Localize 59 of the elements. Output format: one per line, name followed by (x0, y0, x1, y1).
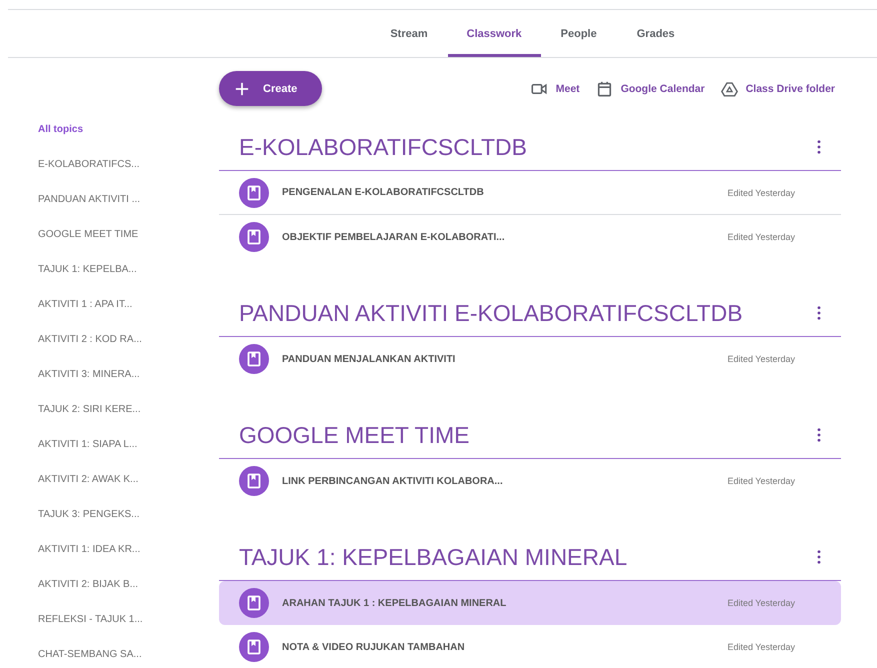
topic-link[interactable]: AKTIVITI 2: BIJAK B... (38, 578, 219, 613)
edited-time: Edited Yesterday (727, 232, 795, 242)
nav-tab[interactable]: Stream (370, 10, 448, 57)
topic-link[interactable]: AKTIVITI 2 : KOD RA... (38, 333, 219, 368)
topic-link[interactable]: All topics (38, 123, 219, 158)
more-options-icon[interactable] (817, 550, 821, 564)
material-icon (239, 632, 269, 662)
material-row[interactable]: PANDUAN MENJALANKAN AKTIVITI Edited Yesterday (219, 337, 841, 381)
edited-time: Edited Yesterday (727, 354, 795, 364)
topic-link[interactable]: E-KOLABORATIFCS... (38, 158, 219, 193)
topic-title: GOOGLE MEET TIME (239, 422, 470, 449)
topic-link[interactable]: GOOGLE MEET TIME (38, 228, 219, 263)
more-options-icon[interactable] (817, 140, 821, 154)
material-icon (239, 344, 269, 374)
topic-link[interactable]: REFLEKSI - TAJUK 1... (38, 613, 219, 648)
material-icon (239, 222, 269, 252)
toolbar-link[interactable]: Google Calendar (596, 80, 705, 96)
material-icon (239, 466, 269, 496)
topic-link[interactable]: AKTIVITI 2: AWAK K... (38, 473, 219, 508)
calendar-icon (596, 80, 613, 96)
topic-title: PANDUAN AKTIVITI E-KOLABORATIFCSCLTDB (239, 300, 743, 327)
toolbar-link[interactable]: Class Drive folder (720, 80, 835, 96)
topic-link[interactable]: AKTIVITI 1: SIAPA L... (38, 438, 219, 473)
material-row[interactable]: PENGENALAN E-KOLABORATIFCSCLTDB Edited Yesterday (219, 171, 841, 215)
topic-link[interactable]: AKTIVITI 3: MINERA... (38, 368, 219, 403)
material-row[interactable]: NOTA & VIDEO RUJUKAN TAMBAHAN Edited Yesterday (219, 625, 841, 668)
topic-title: E-KOLABORATIFCSCLTDB (239, 134, 527, 161)
material-title: PANDUAN MENJALANKAN AKTIVITI (282, 354, 456, 364)
nav-tab[interactable]: Classwork (448, 10, 541, 57)
topic-link[interactable]: CHAT-SEMBANG SA... (38, 648, 219, 668)
plus-icon (235, 82, 249, 96)
topic-link[interactable]: AKTIVITI 1 : APA IT... (38, 298, 219, 333)
material-row[interactable]: LINK PERBINCANGAN AKTIVITI KOLABORA... Edited Yesterday (219, 459, 841, 503)
edited-time: Edited Yesterday (727, 188, 795, 198)
create-button[interactable]: Create (219, 71, 322, 106)
edited-time: Edited Yesterday (727, 642, 795, 652)
more-options-icon[interactable] (817, 306, 821, 320)
material-title: ARAHAN TAJUK 1 : KEPELBAGAIAN MINERAL (282, 598, 508, 608)
topic-link[interactable]: TAJUK 2: SIRI KERE... (38, 403, 219, 438)
material-title: LINK PERBINCANGAN AKTIVITI KOLABORA... (282, 476, 504, 486)
topic-link[interactable]: TAJUK 1: KEPELBA... (38, 263, 219, 298)
toolbar-link[interactable]: Meet (530, 80, 580, 96)
material-icon (239, 178, 269, 208)
material-title: OBJEKTIF PEMBELAJARAN E-KOLABORATI... (282, 232, 506, 242)
triangle-icon (720, 80, 738, 96)
edited-time: Edited Yesterday (727, 598, 795, 608)
topic-link[interactable]: AKTIVITI 1: IDEA KR... (38, 543, 219, 578)
edited-time: Edited Yesterday (727, 476, 795, 486)
material-title: PENGENALAN E-KOLABORATIFCSCLTDB (282, 187, 485, 198)
material-row[interactable]: OBJEKTIF PEMBELAJARAN E-KOLABORATI... Edited Yesterday (219, 215, 841, 259)
topic-link[interactable]: PANDUAN AKTIVITI ... (38, 193, 219, 228)
nav-tab[interactable]: People (540, 10, 617, 57)
more-options-icon[interactable] (817, 428, 821, 442)
material-icon (239, 588, 269, 618)
nav-tab[interactable]: Grades (616, 10, 695, 57)
material-row[interactable]: ARAHAN TAJUK 1 : KEPELBAGAIAN MINERAL Edited Yesterday (219, 581, 841, 625)
topic-link[interactable]: TAJUK 3: PENGEKS... (38, 508, 219, 543)
topic-title: TAJUK 1: KEPELBAGAIAN MINERAL (239, 544, 628, 571)
material-title: NOTA & VIDEO RUJUKAN TAMBAHAN (282, 642, 466, 652)
